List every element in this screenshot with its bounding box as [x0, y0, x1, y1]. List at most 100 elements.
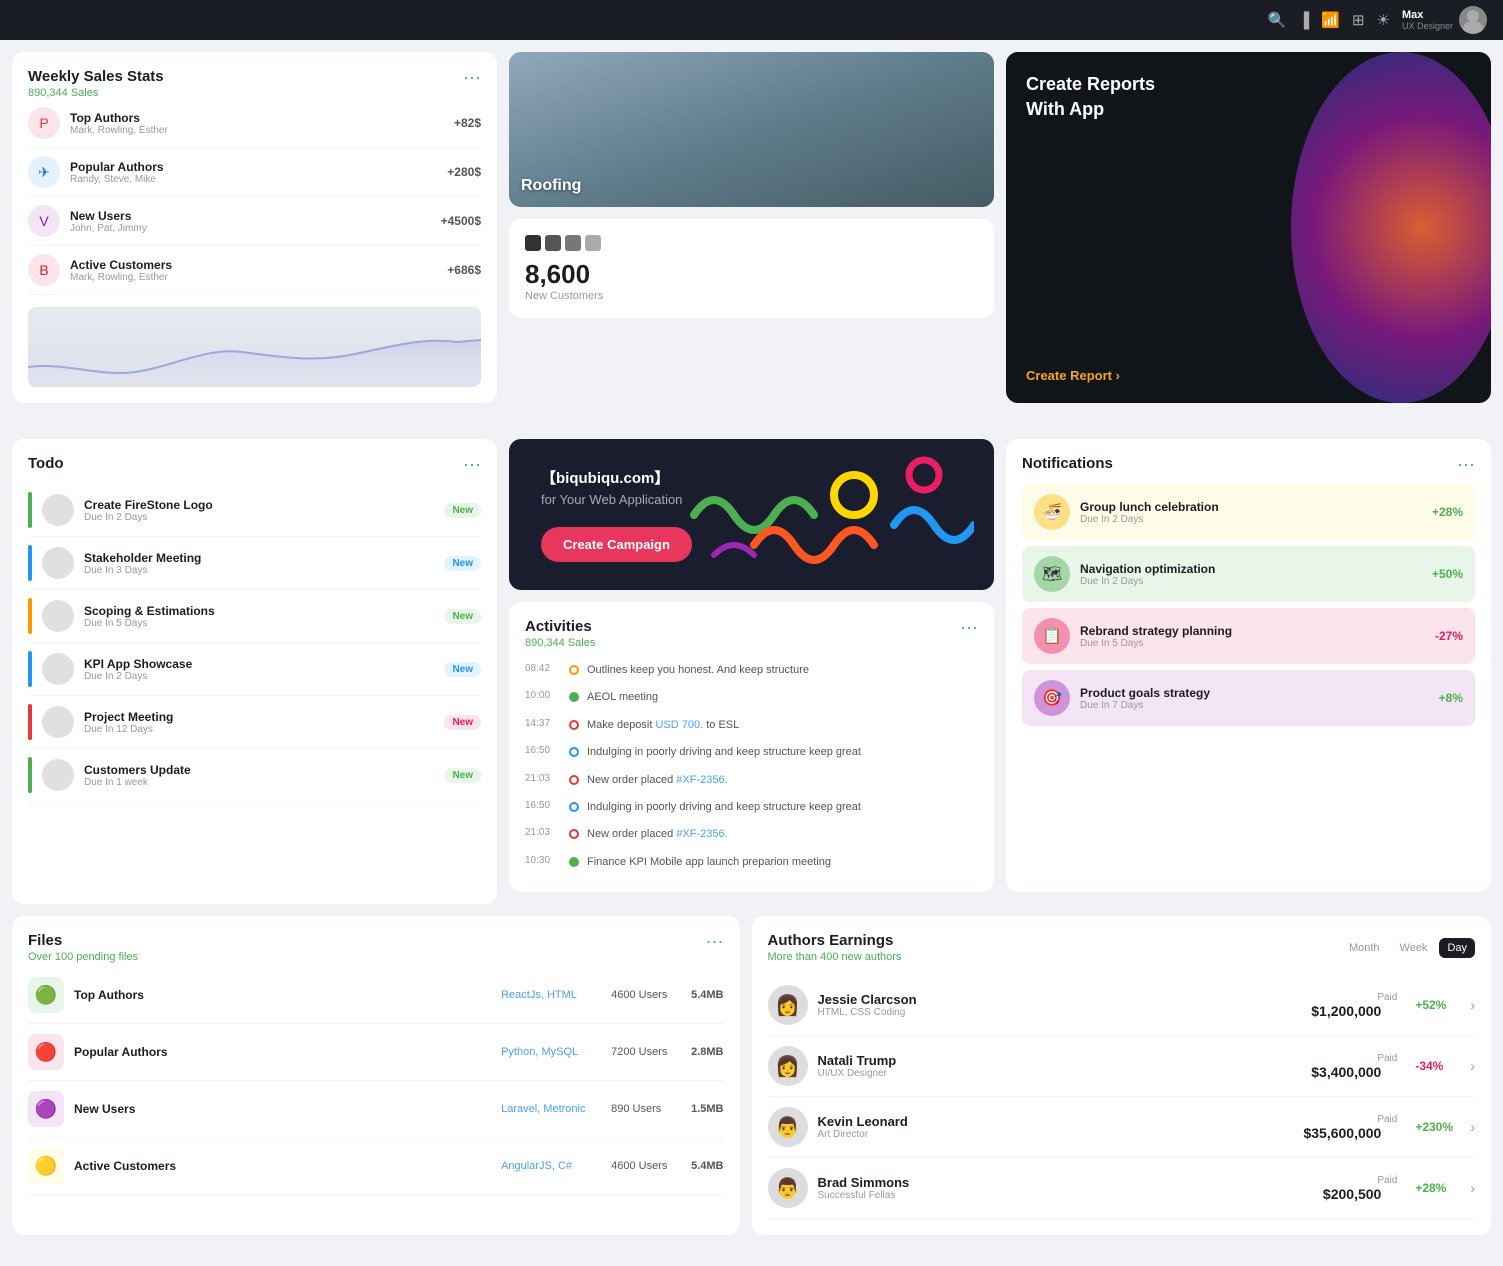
notification-icon: 🗺 — [1034, 556, 1070, 592]
author-detail-arrow[interactable]: › — [1470, 997, 1475, 1013]
nc-icon-lighter — [585, 235, 601, 251]
notification-rows: 🍜 Group lunch celebration Due In 2 Days … — [1022, 484, 1475, 726]
day-button[interactable]: Day — [1439, 938, 1475, 958]
activities-title: Activities — [525, 618, 595, 635]
file-icon: 🟡 — [28, 1148, 64, 1184]
todo-avatar — [42, 759, 74, 791]
notification-value: +50% — [1432, 567, 1463, 581]
author-detail-arrow[interactable]: › — [1470, 1119, 1475, 1135]
author-role: UI/UX Designer — [818, 1068, 1302, 1079]
activity-dot — [569, 802, 579, 812]
todo-menu[interactable]: ⋯ — [463, 455, 481, 476]
new-customers-number: 8,600 — [525, 259, 978, 290]
todo-avatar — [42, 653, 74, 685]
campaign-banner: 【biqubiqu.com】 for Your Web Application … — [509, 439, 994, 590]
activity-link[interactable]: USD 700. — [655, 719, 703, 731]
files-menu[interactable]: ⋯ — [706, 932, 724, 953]
stat-row: P Top Authors Mark, Rowling, Esther +82$ — [28, 99, 481, 148]
new-customers-label: New Customers — [525, 290, 978, 302]
file-name: Active Customers — [74, 1159, 491, 1173]
file-users: 4600 Users — [611, 1160, 681, 1172]
author-name: Jessie Clarcson — [818, 992, 1302, 1007]
activity-row: 21:03 New order placed #XF-2356. — [525, 821, 978, 848]
file-users: 890 Users — [611, 1103, 681, 1115]
avatar[interactable] — [1459, 6, 1487, 34]
author-detail-arrow[interactable]: › — [1470, 1058, 1475, 1074]
todo-badge: New — [444, 503, 481, 518]
activity-time: 16:50 — [525, 745, 561, 756]
author-change: +28% — [1415, 1181, 1460, 1195]
stat-sub: John, Pat, Jimmy — [70, 223, 441, 234]
notification-title: Navigation optimization — [1080, 562, 1422, 576]
notification-row: 📋 Rebrand strategy planning Due In 5 Day… — [1022, 608, 1475, 664]
stat-value: +280$ — [447, 165, 481, 179]
todo-bar — [28, 598, 32, 634]
author-role: Successful Fellas — [818, 1190, 1313, 1201]
theme-icon[interactable]: ☀ — [1377, 11, 1390, 29]
activity-text: AEOL meeting — [587, 690, 978, 705]
todo-badge: New — [444, 662, 481, 677]
todo-due: Due In 2 Days — [84, 671, 434, 682]
todo-name: Customers Update — [84, 763, 434, 777]
earnings-card: Authors Earnings More than 400 new autho… — [752, 916, 1492, 1235]
activity-text: Outlines keep you honest. And keep struc… — [587, 663, 978, 678]
activity-text: Finance KPI Mobile app launch preparion … — [587, 855, 978, 870]
stat-name: Top Authors — [70, 111, 454, 125]
notification-title: Group lunch celebration — [1080, 500, 1422, 514]
search-icon[interactable]: 🔍 — [1268, 11, 1287, 29]
nc-icon-dark — [525, 235, 541, 251]
author-amount: $200,500 — [1323, 1186, 1381, 1202]
todo-name: Project Meeting — [84, 710, 434, 724]
notification-row: 🗺 Navigation optimization Due In 2 Days … — [1022, 546, 1475, 602]
notification-row: 🍜 Group lunch celebration Due In 2 Days … — [1022, 484, 1475, 540]
files-card: Files Over 100 pending files ⋯ 🟢 Top Aut… — [12, 916, 740, 1235]
activity-link[interactable]: #XF-2356. — [676, 774, 727, 786]
campaign-decoration — [674, 439, 974, 590]
author-avatar: 👩 — [768, 1046, 808, 1086]
grid-icon[interactable]: ⊞ — [1352, 11, 1365, 29]
activity-dot — [569, 720, 579, 730]
activity-row: 16:50 Indulging in poorly driving and ke… — [525, 794, 978, 821]
create-campaign-button[interactable]: Create Campaign — [541, 527, 692, 562]
file-row: 🟢 Top Authors ReactJs, HTML 4600 Users 5… — [28, 967, 724, 1024]
author-detail-arrow[interactable]: › — [1470, 1180, 1475, 1196]
author-amount: $1,200,000 — [1311, 1003, 1381, 1019]
activity-text: New order placed #XF-2356. — [587, 827, 978, 842]
file-size: 5.4MB — [691, 1160, 723, 1172]
activity-text: Indulging in poorly driving and keep str… — [587, 800, 978, 815]
user-profile[interactable]: Max UX Designer — [1402, 6, 1487, 34]
create-report-link[interactable]: Create Report › — [1026, 368, 1471, 383]
roofing-label: Roofing — [521, 177, 581, 195]
file-rows: 🟢 Top Authors ReactJs, HTML 4600 Users 5… — [28, 967, 724, 1195]
todo-rows: Create FireStone Logo Due In 2 Days New … — [28, 484, 481, 802]
activity-row: 16:50 Indulging in poorly driving and ke… — [525, 739, 978, 766]
activity-dot — [569, 775, 579, 785]
stat-value: +4500$ — [441, 214, 481, 228]
file-tech: AngularJS, C# — [501, 1160, 601, 1172]
nc-icon-light — [565, 235, 581, 251]
author-amount: $35,600,000 — [1303, 1125, 1381, 1141]
todo-bar — [28, 757, 32, 793]
todo-badge: New — [444, 609, 481, 624]
earnings-title: Authors Earnings — [768, 932, 902, 949]
week-button[interactable]: Week — [1392, 938, 1436, 958]
month-button[interactable]: Month — [1341, 938, 1388, 958]
center-column: 【biqubiqu.com】 for Your Web Application … — [509, 439, 994, 892]
notification-sub: Due In 2 Days — [1080, 514, 1422, 525]
stat-icon: V — [28, 205, 60, 237]
wifi-icon: 📶 — [1321, 11, 1340, 29]
nc-icon-mid — [545, 235, 561, 251]
bottom-section: Files Over 100 pending files ⋯ 🟢 Top Aut… — [0, 916, 1503, 1247]
todo-due: Due In 12 Days — [84, 724, 434, 735]
middle-grid: Todo ⋯ Create FireStone Logo Due In 2 Da… — [0, 439, 1503, 904]
weekly-sales-menu[interactable]: ⋯ — [463, 68, 481, 89]
todo-due: Due In 3 Days — [84, 565, 434, 576]
activities-menu[interactable]: ⋯ — [960, 618, 978, 639]
author-row: 👨 Kevin Leonard Art Director Paid $35,60… — [768, 1097, 1476, 1158]
todo-avatar — [42, 494, 74, 526]
activity-dot — [569, 857, 579, 867]
notifications-menu[interactable]: ⋯ — [1457, 455, 1475, 476]
activity-row: 21:03 New order placed #XF-2356. — [525, 767, 978, 794]
activity-link[interactable]: #XF-2356. — [676, 828, 727, 840]
stat-value: +686$ — [447, 263, 481, 277]
